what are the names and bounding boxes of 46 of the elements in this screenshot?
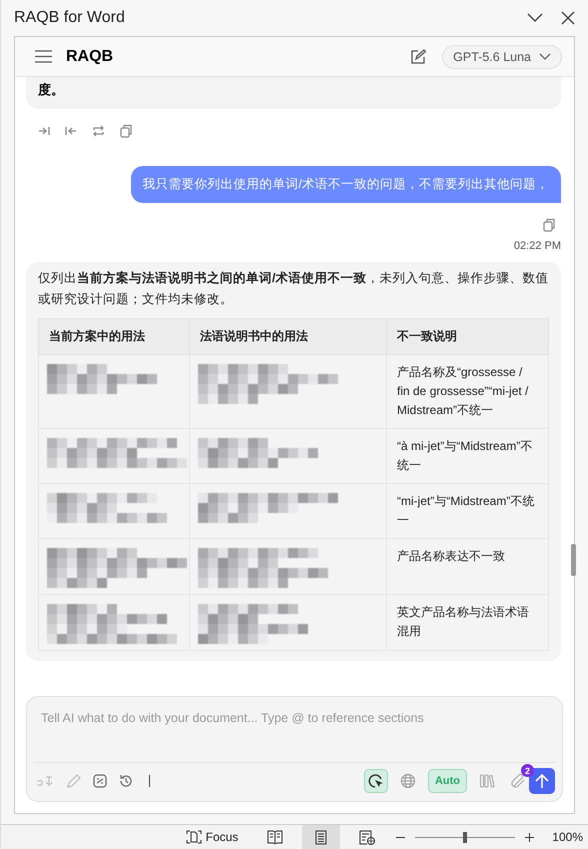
message-time: 02:22 PM — [514, 240, 561, 252]
table-cell: “mi-jet”与“Midstream”不统一 — [386, 484, 548, 538]
assistant-message: 仅列出当前方案与法语说明书之间的单词/术语使用不一致，未列入句意、操作步骤、数值或研究设计问题；文件均未修改。 — [38, 270, 549, 308]
paperclip-icon[interactable] — [511, 773, 527, 789]
plus-icon[interactable] — [525, 832, 534, 842]
document-focus-icon — [186, 830, 202, 844]
table-cell: 产品名称表达不一致 — [386, 538, 548, 594]
table-cell: 产品名称及“grossesse / fin de grossesse”“mi-jet / Midstream”不统一 — [386, 354, 548, 428]
new-chat-icon[interactable] — [410, 48, 426, 64]
model-selector[interactable]: GPT-5.6 Luna — [442, 44, 562, 68]
web-page-icon — [359, 830, 376, 844]
collapse-icon[interactable] — [527, 13, 543, 23]
copy-icon[interactable] — [120, 124, 132, 138]
zoom-level: 100% — [552, 830, 583, 844]
menu-icon[interactable] — [35, 50, 52, 63]
message-composer[interactable]: Tell AI what to do with your document... Type @ to reference sections Auto 2 — [26, 696, 563, 802]
arrow-up-icon — [535, 773, 549, 789]
app-title: RAQB — [66, 48, 114, 66]
table-cell: “à mi-jet”与“Midstream”不统一 — [386, 428, 548, 484]
attachment-count-badge: 2 — [521, 764, 534, 777]
window-title: RAQB for Word — [14, 9, 125, 27]
chevron-down-icon — [539, 52, 551, 60]
send-button[interactable] — [529, 768, 555, 794]
copy-icon[interactable] — [543, 218, 555, 232]
template-icon[interactable] — [93, 774, 107, 788]
books-icon — [479, 773, 495, 789]
text-cursor — [149, 775, 150, 787]
focus-button[interactable]: Focus — [186, 830, 238, 844]
scrollbar-thumb[interactable] — [571, 544, 576, 576]
table-cell: 英文产品名称与法语术语混用 — [386, 594, 548, 650]
globe-icon — [400, 773, 416, 789]
column-header: 当前方案中的用法 — [38, 318, 190, 354]
column-header: 不一致说明 — [386, 318, 548, 354]
insert-icon[interactable] — [38, 126, 50, 136]
cursor-click-icon — [368, 773, 384, 789]
page-icon — [315, 830, 328, 844]
swap-icon[interactable] — [92, 125, 105, 137]
column-header: 法语说明书中的用法 — [190, 318, 386, 354]
print-layout-button[interactable] — [302, 825, 340, 849]
close-icon[interactable] — [561, 11, 575, 25]
cursor-tool-button[interactable] — [364, 769, 388, 793]
arrow-left-bar-icon[interactable] — [65, 126, 77, 136]
user-message: 我只需要你列出使用的单词/术语不一致的问题，不需要列出其他问题， — [130, 166, 561, 203]
history-icon[interactable] — [119, 774, 133, 788]
assistant-message: 度。 — [26, 77, 561, 109]
open-book-icon — [267, 830, 284, 844]
